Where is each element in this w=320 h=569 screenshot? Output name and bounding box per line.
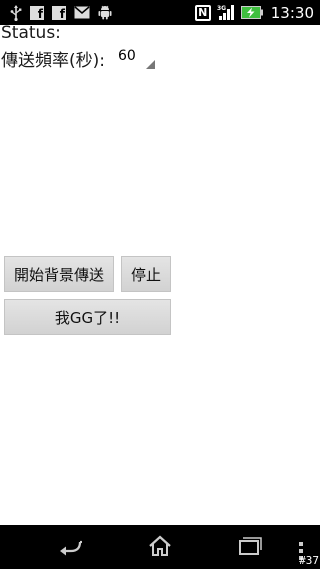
frequency-label: 傳送頻率(秒): (1, 50, 105, 71)
stop-button[interactable]: 停止 (121, 256, 171, 292)
notification-icons: f f (10, 3, 112, 22)
frequency-spinner[interactable]: 60 (115, 47, 155, 69)
frequency-row: 傳送頻率(秒): 60 (1, 45, 155, 71)
gg-button[interactable]: 我GG了!! (4, 299, 171, 335)
gmail-icon (74, 6, 90, 19)
status-bar: f f N 3G 13:30 (0, 0, 320, 25)
navigation-bar: #37 (0, 525, 320, 569)
battery-charging-icon (240, 6, 263, 19)
home-icon[interactable] (148, 535, 172, 561)
recent-apps-icon[interactable] (236, 535, 262, 561)
usb-icon (10, 4, 22, 21)
frequency-value: 60 (118, 48, 136, 64)
facebook-icon: f (52, 5, 66, 20)
back-icon[interactable] (58, 535, 84, 561)
spinner-arrow-icon (146, 60, 155, 69)
facebook-icon: f (30, 5, 44, 20)
system-icons: N 3G 13:30 (194, 3, 314, 22)
screenshot-badge: #37 (299, 554, 319, 567)
nfc-icon: N (194, 4, 211, 21)
android-icon (98, 5, 112, 20)
signal-3g-icon: 3G (217, 4, 235, 21)
clock: 13:30 (270, 3, 314, 22)
network-type-label: 3G (217, 5, 226, 12)
start-background-send-button[interactable]: 開始背景傳送 (4, 256, 114, 292)
status-label: Status: (1, 23, 61, 43)
